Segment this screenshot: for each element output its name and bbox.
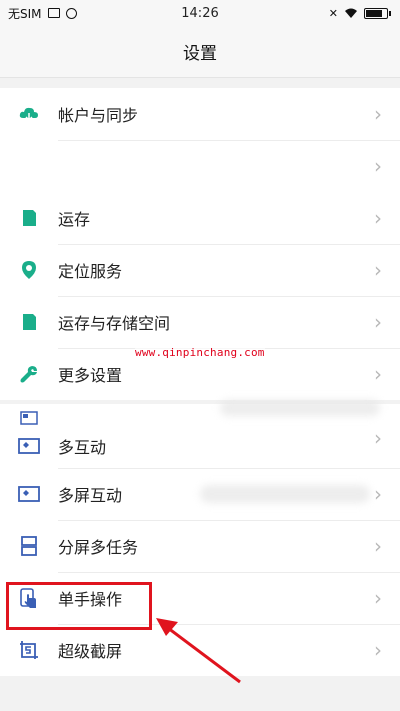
- cloud-icon: [18, 103, 40, 125]
- settings-item-label: 分屏多任务: [58, 538, 139, 557]
- settings-group-1: 帐户与同步 › ›: [0, 88, 400, 192]
- split-screen-icon: [18, 535, 40, 557]
- chevron-right-icon: ›: [374, 154, 382, 178]
- screenshot-icon: [18, 639, 40, 661]
- settings-item-ram-storage[interactable]: 运存与存储空间 ›: [0, 296, 400, 348]
- chevron-right-icon: ›: [374, 534, 382, 558]
- watermark-text: www.qinpinchang.com: [135, 346, 265, 359]
- settings-item-location[interactable]: 定位服务 ›: [0, 244, 400, 296]
- settings-item-label: 多互动: [58, 438, 107, 457]
- blur-patch: [200, 485, 370, 503]
- chevron-right-icon: ›: [374, 258, 382, 282]
- chevron-right-icon: ›: [374, 426, 382, 450]
- title-bar: 设置: [0, 26, 400, 78]
- chevron-right-icon: ›: [374, 102, 382, 126]
- chevron-right-icon: ›: [374, 586, 382, 610]
- settings-item-split-screen[interactable]: 分屏多任务 ›: [0, 520, 400, 572]
- highlight-box: [6, 582, 152, 630]
- settings-item-label: 多屏互动: [58, 486, 123, 505]
- screen-share-icon: [18, 483, 40, 505]
- settings-item-label: 运存与存储空间: [58, 314, 171, 333]
- sd-card-icon: [18, 207, 40, 229]
- location-pin-icon: [18, 259, 40, 281]
- settings-item-label: 运存: [58, 210, 91, 229]
- settings-item-label: 帐户与同步: [58, 106, 139, 125]
- chevron-right-icon: ›: [374, 362, 382, 386]
- wrench-icon: [18, 363, 40, 385]
- chevron-right-icon: ›: [374, 638, 382, 662]
- settings-item-label: 更多设置: [58, 366, 123, 385]
- settings-group-2: 运存 › 定位服务 › 运存与存储空间 › 更多设置 ›: [0, 192, 400, 400]
- chevron-right-icon: ›: [374, 310, 382, 334]
- status-time: 14:26: [181, 6, 219, 21]
- settings-item-multi-interaction[interactable]: 多互动 ›: [0, 408, 400, 468]
- settings-item-label: 超级截屏: [58, 642, 123, 661]
- chevron-right-icon: ›: [374, 206, 382, 230]
- settings-item-ram[interactable]: 运存 ›: [0, 192, 400, 244]
- settings-item-label: 定位服务: [58, 262, 123, 281]
- page-title: 设置: [183, 44, 217, 64]
- blank-icon: [18, 155, 40, 177]
- blur-patch: [220, 400, 380, 416]
- chevron-right-icon: ›: [374, 482, 382, 506]
- sd-card-icon: [18, 311, 40, 333]
- settings-item-account-sync[interactable]: 帐户与同步 ›: [0, 88, 400, 140]
- screen-share-icon: [18, 435, 40, 457]
- annotation-arrow-icon: [156, 618, 241, 684]
- settings-item-blank[interactable]: ›: [0, 140, 400, 192]
